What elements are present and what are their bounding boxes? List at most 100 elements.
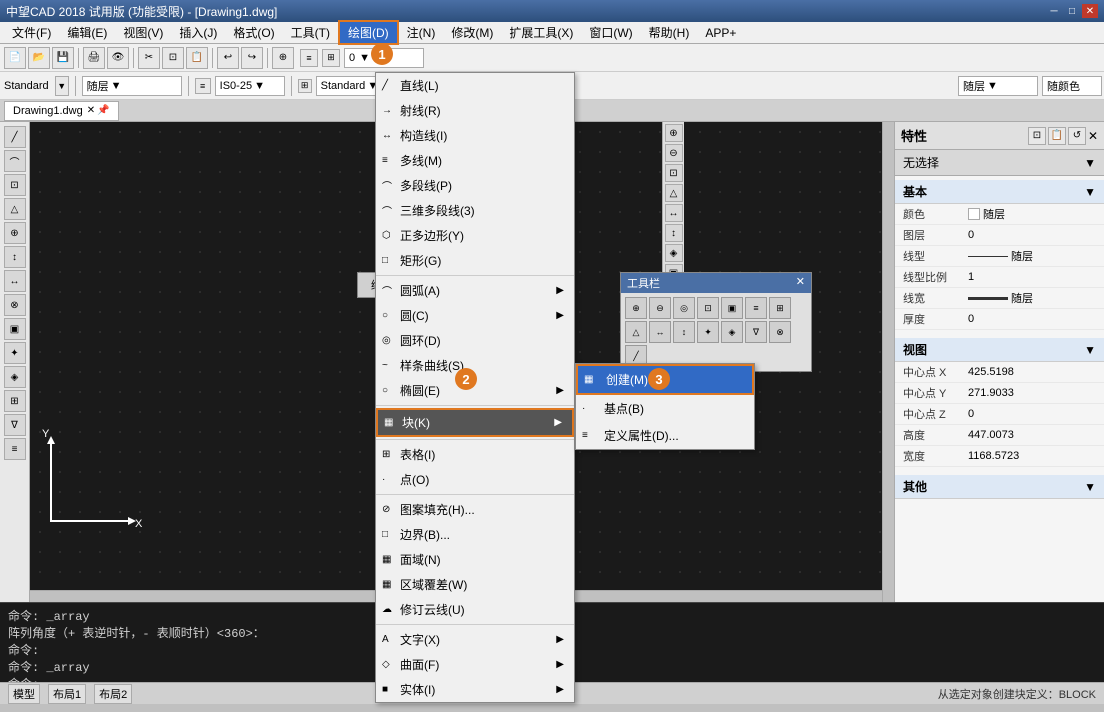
rt-tool-5[interactable]: ↔ (665, 204, 683, 222)
floating-toolbar-close[interactable]: ✕ (796, 275, 805, 291)
print-preview-button[interactable]: 👁 (107, 47, 129, 69)
props-value-cy[interactable]: 271.9033 (968, 387, 1096, 399)
draw-tool-9[interactable]: ▣ (4, 318, 26, 340)
menu-format[interactable]: 格式(O) (225, 22, 282, 43)
ft-btn-7[interactable]: ⊞ (769, 297, 791, 319)
menu-extend[interactable]: 扩展工具(X) (501, 22, 581, 43)
draw-tool-12[interactable]: ⊞ (4, 390, 26, 412)
new-file-button[interactable]: 📄 (4, 47, 26, 69)
layout1-tab[interactable]: 布局1 (48, 684, 86, 704)
props-value-cz[interactable]: 0 (968, 408, 1096, 420)
props-paste-btn[interactable]: 📋 (1048, 127, 1066, 145)
dm-arc[interactable]: ⌒圆弧(A)▶ (376, 278, 574, 303)
ft-btn-11[interactable]: ✦ (697, 321, 719, 343)
ft-btn-3[interactable]: ◎ (673, 297, 695, 319)
open-file-button[interactable]: 📂 (28, 47, 50, 69)
sm-attdef[interactable]: ≡ 定义属性(D)... (576, 422, 754, 449)
cut-button[interactable]: ✂ (138, 47, 160, 69)
ft-btn-2[interactable]: ⊖ (649, 297, 671, 319)
draw-tool-8[interactable]: ⊗ (4, 294, 26, 316)
ft-btn-13[interactable]: ∇ (745, 321, 767, 343)
close-button[interactable]: ✕ (1082, 4, 1098, 18)
dm-boundary[interactable]: □边界(B)... (376, 522, 574, 547)
tab-drawing1[interactable]: Drawing1.dwg ✕ 📌 (4, 101, 119, 121)
rt-tool-7[interactable]: ◈ (665, 244, 683, 262)
draw-tool-7[interactable]: ↔ (4, 270, 26, 292)
props-section-basic-header[interactable]: 基本 ▼ (895, 180, 1104, 204)
redo-button[interactable]: ↪ (241, 47, 263, 69)
draw-tool-13[interactable]: ∇ (4, 414, 26, 436)
sm-base[interactable]: · 基点(B) (576, 395, 754, 422)
undo-button[interactable]: ↩ (217, 47, 239, 69)
color-dropdown[interactable]: 随颜色 (1042, 76, 1102, 96)
draw-tool-4[interactable]: △ (4, 198, 26, 220)
no-selection-arrow[interactable]: ▼ (1084, 156, 1096, 170)
props-value-color[interactable]: 随层 (968, 206, 1096, 222)
props-refresh-btn[interactable]: ↺ (1068, 127, 1086, 145)
props-section-view-header[interactable]: 视图 ▼ (895, 338, 1104, 362)
layer-icon[interactable]: ≡ (300, 49, 318, 67)
ft-btn-6[interactable]: ≡ (745, 297, 767, 319)
dm-hatch[interactable]: ⊘图案填充(H)... (376, 497, 574, 522)
ft-btn-4[interactable]: ⊡ (697, 297, 719, 319)
dm-solid[interactable]: ■实体(I)▶ (376, 677, 574, 702)
menu-edit[interactable]: 编辑(E) (59, 22, 115, 43)
iso-dropdown[interactable]: IS0-25 ▼ (215, 76, 285, 96)
dm-revcloud[interactable]: ☁修订云线(U) (376, 597, 574, 622)
ft-btn-1[interactable]: ⊕ (625, 297, 647, 319)
props-value-cx[interactable]: 425.5198 (968, 366, 1096, 378)
layer2-dropdown[interactable]: 随层 ▼ (958, 76, 1038, 96)
dm-surface[interactable]: ◇曲面(F)▶ (376, 652, 574, 677)
menu-file[interactable]: 文件(F) (4, 22, 59, 43)
props-value-width[interactable]: 1168.5723 (968, 450, 1096, 462)
floating-toolbar-header[interactable]: 工具栏 ✕ (621, 273, 811, 293)
dm-block[interactable]: ▦块(K)▶ (376, 408, 574, 437)
properties-close-button[interactable]: ✕ (1088, 129, 1098, 143)
props-section-other-header[interactable]: 其他 ▼ (895, 475, 1104, 499)
draw-tool-14[interactable]: ≡ (4, 438, 26, 460)
tb2-dropdown-btn[interactable]: ▼ (55, 76, 69, 96)
rt-tool-4[interactable]: △ (665, 184, 683, 202)
std-icon[interactable]: ⊞ (298, 79, 312, 93)
iso-icon[interactable]: ≡ (195, 78, 211, 94)
menu-window[interactable]: 窗口(W) (581, 22, 640, 43)
ft-btn-12[interactable]: ◈ (721, 321, 743, 343)
dm-multiline[interactable]: ≡多线(M) (376, 148, 574, 173)
dm-polygon[interactable]: ⬡正多边形(Y) (376, 223, 574, 248)
copy-button[interactable]: ⊡ (162, 47, 184, 69)
dm-circle[interactable]: ○圆(C)▶ (376, 303, 574, 328)
menu-annotate[interactable]: 注(N) (399, 22, 444, 43)
menu-view[interactable]: 视图(V) (115, 22, 171, 43)
tab-pin-button[interactable]: 📌 (97, 105, 109, 116)
save-button[interactable]: 💾 (52, 47, 74, 69)
zoom-button[interactable]: ⊕ (272, 47, 294, 69)
maximize-button[interactable]: □ (1064, 4, 1080, 18)
dm-line[interactable]: ╱直线(L) (376, 73, 574, 98)
draw-tool-11[interactable]: ◈ (4, 366, 26, 388)
rt-tool-2[interactable]: ⊖ (665, 144, 683, 162)
menu-insert[interactable]: 插入(J) (171, 22, 225, 43)
draw-tool-2[interactable]: ⌒ (4, 150, 26, 172)
ft-btn-14[interactable]: ⊗ (769, 321, 791, 343)
canvas-scrollbar-vertical[interactable] (882, 122, 894, 602)
draw-tool-3[interactable]: ⊡ (4, 174, 26, 196)
props-copy-btn[interactable]: ⊡ (1028, 127, 1046, 145)
layer-select[interactable]: 随层▼ (82, 76, 182, 96)
dm-3dpolyline[interactable]: ⌒三维多段线(3) (376, 198, 574, 223)
dm-point[interactable]: ·点(O) (376, 467, 574, 492)
layout2-tab[interactable]: 布局2 (94, 684, 132, 704)
minimize-button[interactable]: ─ (1046, 4, 1062, 18)
props-value-layer[interactable]: 0 (968, 229, 1096, 241)
dm-polyline[interactable]: ⌒多段线(P) (376, 173, 574, 198)
layer-props-button[interactable]: ⊞ (322, 49, 340, 67)
dm-donut[interactable]: ◎圆环(D) (376, 328, 574, 353)
dm-wipeout[interactable]: ▦区域覆差(W) (376, 572, 574, 597)
tab-close-button[interactable]: ✕ (87, 105, 95, 116)
props-value-thickness[interactable]: 0 (968, 313, 1096, 325)
props-value-linetype[interactable]: 随层 (968, 248, 1096, 264)
props-value-linewidth[interactable]: 随层 (968, 290, 1096, 306)
menu-draw[interactable]: 绘图(D) (338, 20, 399, 45)
ft-btn-9[interactable]: ↔ (649, 321, 671, 343)
rt-tool-6[interactable]: ↕ (665, 224, 683, 242)
ft-btn-10[interactable]: ↕ (673, 321, 695, 343)
